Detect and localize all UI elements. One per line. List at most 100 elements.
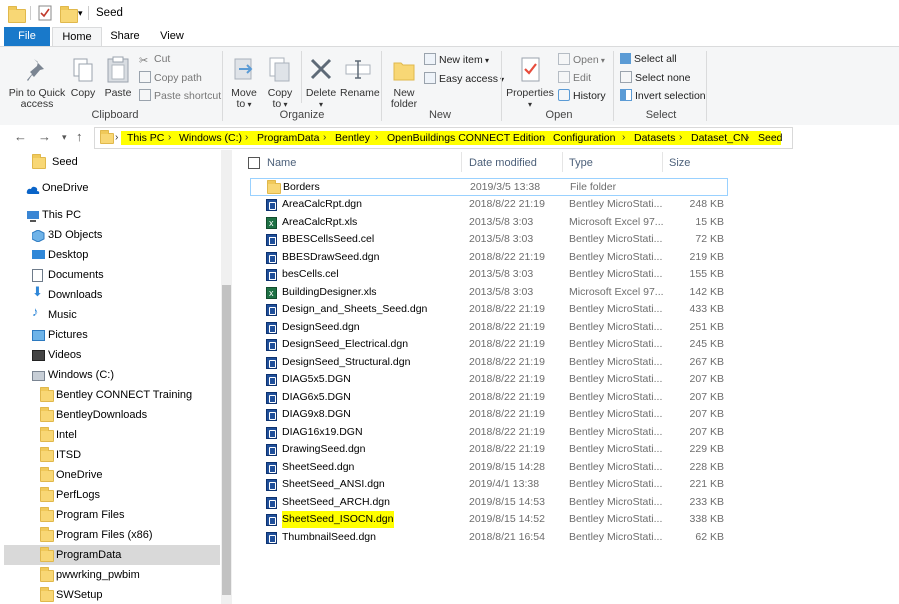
nav-item-intel[interactable]: Intel (38, 426, 218, 444)
column-header-name[interactable]: Name (267, 157, 296, 169)
up-arrow-icon[interactable]: ↑ (76, 129, 83, 144)
tab-view[interactable]: View (149, 27, 195, 46)
nav-item-3d-objects[interactable]: 3D Objects (30, 226, 220, 244)
nav-item-bentley-connect-training[interactable]: Bentley CONNECT Training (38, 386, 218, 404)
rename-button[interactable]: Rename (340, 55, 380, 99)
properties-check-icon[interactable] (38, 5, 54, 21)
nav-item-onedrive[interactable]: OneDrive (24, 179, 214, 197)
delete-button[interactable]: Delete ▾ (304, 55, 338, 110)
new-item-label: New item (439, 54, 483, 66)
table-row[interactable]: SheetSeed.dgn 2019/8/15 14:28 Bentley Micr… (250, 459, 728, 477)
breadcrumb-windows-c[interactable]: Windows (C:) (179, 132, 242, 144)
table-row[interactable]: Borders 2019/3/5 13:38 File folder (250, 178, 728, 196)
nav-item-desktop[interactable]: Desktop (30, 246, 220, 264)
nav-item-pwwrking-pwbim[interactable]: pwwrking_pwbim (38, 566, 218, 584)
breadcrumb-seed[interactable]: Seed (758, 132, 783, 144)
column-header-date[interactable]: Date modified (469, 157, 537, 169)
table-row[interactable]: DesignSeed_Structural.dgn 2018/8/22 21:19… (250, 354, 728, 372)
column-header-type[interactable]: Type (569, 157, 593, 169)
nav-item-program-files-x86[interactable]: Program Files (x86) (38, 526, 218, 544)
properties-button[interactable]: Properties ▾ (506, 55, 554, 110)
breadcrumb-this-pc[interactable]: This PC (127, 132, 164, 144)
nav-item-downloads[interactable]: ⬇ Downloads (30, 285, 220, 304)
nav-item-program-files[interactable]: Program Files (38, 506, 218, 524)
table-row[interactable]: SheetSeed_ISOCN.dgn 2019/8/15 14:52 Bentle… (250, 511, 728, 529)
table-row[interactable]: DIAG16x19.DGN 2018/8/22 21:19 Bentley Micr… (250, 424, 728, 442)
breadcrumb-datasets[interactable]: Datasets (634, 132, 675, 144)
rename-label: Rename (340, 87, 380, 99)
table-row[interactable]: Design_and_Sheets_Seed.dgn 2018/8/22 21:1… (250, 301, 728, 319)
address-bar[interactable]: › This PC › Windows (C:) › ProgramData ›… (94, 127, 793, 149)
select-none-button[interactable]: Select none (620, 71, 690, 84)
nav-item-documents[interactable]: Documents (30, 266, 220, 284)
table-row[interactable]: DesignSeed.dgn 2018/8/22 21:19 Bentley Mic… (250, 319, 728, 337)
table-row[interactable]: SheetSeed_ARCH.dgn 2019/8/15 14:53 Bentley… (250, 494, 728, 512)
table-row[interactable]: AreaCalcRpt.xls 2013/5/8 3:03 Microsoft Ex… (250, 214, 728, 232)
tab-share[interactable]: Share (103, 27, 147, 46)
copy-label: Copy (70, 87, 96, 99)
dgn-file-icon (266, 531, 277, 544)
breadcrumb-bentley[interactable]: Bentley (335, 132, 370, 144)
table-row[interactable]: DIAG9x8.DGN 2018/8/22 21:19 Bentley MicroS… (250, 406, 728, 424)
cut-button[interactable]: ✂ Cut (139, 53, 170, 67)
new-folder-quick-icon[interactable] (60, 6, 78, 23)
breadcrumb-openbuildings[interactable]: OpenBuildings CONNECT Edition (387, 132, 545, 144)
paste-button[interactable]: Paste (102, 55, 134, 99)
nav-item-itsd[interactable]: ITSD (38, 446, 218, 464)
copy-to-button[interactable]: Copy to ▾ (264, 55, 296, 110)
recent-chevron-icon[interactable]: ▾ (62, 132, 67, 143)
table-row[interactable]: BBESDrawSeed.dgn 2018/8/22 21:19 Bentley M… (250, 249, 728, 267)
table-row[interactable]: BBESCellsSeed.cel 2013/5/8 3:03 Bentley Mi… (250, 231, 728, 249)
new-item-icon (424, 53, 436, 65)
nav-item-programdata[interactable]: ProgramData (4, 545, 220, 565)
nav-item-pictures[interactable]: Pictures (30, 326, 220, 344)
column-header-size[interactable]: Size (669, 157, 690, 169)
nav-item-this-pc[interactable]: This PC (24, 206, 214, 224)
forward-arrow-icon[interactable]: → (38, 129, 51, 144)
edit-button[interactable]: Edit (558, 71, 591, 84)
select-all-button[interactable]: Select all (620, 53, 677, 65)
table-row[interactable]: DrawingSeed.dgn 2018/8/22 21:19 Bentley Mi… (250, 441, 728, 459)
new-folder-button[interactable]: New folder (386, 55, 422, 110)
nav-item-windows-c[interactable]: Windows (C:) (30, 366, 220, 384)
back-arrow-icon[interactable]: ← (14, 129, 27, 144)
nav-item-swsetup[interactable]: SWSetup (38, 586, 218, 604)
table-row[interactable]: DIAG6x5.DGN 2018/8/22 21:19 Bentley MicroS… (250, 389, 728, 407)
table-row[interactable]: besCells.cel 2013/5/8 3:03 Bentley MicroSt… (250, 266, 728, 284)
file-name: DIAG16x19.DGN (282, 425, 363, 438)
file-name: SheetSeed_ARCH.dgn (282, 495, 390, 508)
nav-item-videos[interactable]: Videos (30, 346, 220, 364)
breadcrumb-programdata[interactable]: ProgramData (257, 132, 319, 144)
nav-item-seed[interactable]: Seed (30, 153, 210, 171)
table-row[interactable]: AreaCalcRpt.dgn 2018/8/22 21:19 Bentley Mi… (250, 196, 728, 214)
easy-access-button[interactable]: Easy access ▾ (424, 72, 504, 85)
table-row[interactable]: BuildingDesigner.xls 2013/5/8 3:03 Microso… (250, 284, 728, 302)
breadcrumb-configuration[interactable]: Configuration (553, 132, 615, 144)
breadcrumb-chevron-icon: › (746, 132, 750, 143)
file-date: 2018/8/22 21:19 (469, 198, 545, 210)
table-row[interactable]: DIAG5x5.DGN 2018/8/22 21:19 Bentley MicroS… (250, 371, 728, 389)
open-button[interactable]: Open ▾ (558, 53, 605, 66)
select-all-checkbox[interactable] (248, 157, 260, 169)
new-item-button[interactable]: New item ▾ (424, 53, 489, 66)
move-to-button[interactable]: Move to ▾ (228, 55, 260, 110)
tab-file[interactable]: File (4, 27, 50, 46)
table-row[interactable]: ThumbnailSeed.dgn 2018/8/21 16:54 Bentley … (250, 529, 728, 547)
paste-shortcut-button[interactable]: Paste shortcut (139, 89, 221, 102)
nav-item-bentleydownloads[interactable]: BentleyDownloads (38, 406, 218, 424)
invert-selection-button[interactable]: Invert selection (620, 89, 706, 102)
tab-home[interactable]: Home (52, 27, 102, 47)
copy-button[interactable]: Copy (68, 55, 98, 99)
copy-path-button[interactable]: Copy path (139, 71, 202, 84)
pin-quick-access-button[interactable]: Pin to Quick access (6, 55, 68, 110)
nav-item-perflogs[interactable]: PerfLogs (38, 486, 218, 504)
nav-item-onedrive-folder[interactable]: OneDrive (38, 466, 218, 484)
nav-scrollbar-thumb[interactable] (222, 285, 231, 595)
group-separator (381, 51, 382, 121)
breadcrumb-dataset-cn[interactable]: Dataset_CN (691, 132, 748, 144)
file-size: 233 KB (689, 495, 724, 508)
nav-item-music[interactable]: ♪ Music (30, 305, 220, 324)
history-button[interactable]: History (558, 89, 606, 102)
table-row[interactable]: SheetSeed_ANSI.dgn 2019/4/1 13:38 Bentley … (250, 476, 728, 494)
table-row[interactable]: DesignSeed_Electrical.dgn 2018/8/22 21:19… (250, 336, 728, 354)
